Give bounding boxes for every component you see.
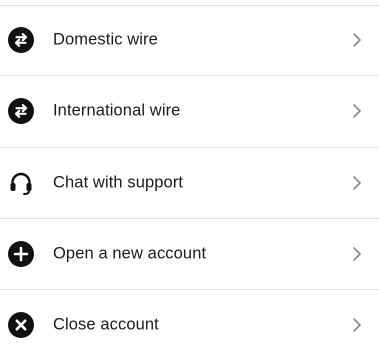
menu-item-label: Open a new account — [53, 244, 207, 263]
plus-circle-icon — [8, 241, 34, 267]
headset-icon — [10, 172, 32, 195]
menu-item-label: Domestic wire — [53, 30, 158, 49]
menu-item-label: Close account — [53, 315, 159, 334]
menu-item-close-account[interactable]: Close account — [0, 290, 379, 360]
chevron-right-icon — [353, 176, 361, 190]
menu-item-domestic-wire[interactable]: Domestic wire — [0, 5, 379, 75]
menu-item-international-wire[interactable]: International wire — [0, 76, 379, 146]
menu-item-open-new-account[interactable]: Open a new account — [0, 219, 379, 289]
chevron-right-icon — [353, 104, 361, 118]
action-list: Domestic wire International wire Chat wi… — [0, 0, 379, 348]
transfer-arrows-icon — [8, 98, 34, 124]
chevron-right-icon — [353, 318, 361, 332]
chevron-right-icon — [353, 33, 361, 47]
close-circle-icon — [8, 312, 34, 338]
chevron-right-icon — [353, 247, 361, 261]
menu-item-label: International wire — [53, 101, 181, 120]
transfer-arrows-icon — [8, 27, 34, 53]
menu-item-label: Chat with support — [53, 173, 184, 192]
menu-item-chat-with-support[interactable]: Chat with support — [0, 148, 379, 218]
